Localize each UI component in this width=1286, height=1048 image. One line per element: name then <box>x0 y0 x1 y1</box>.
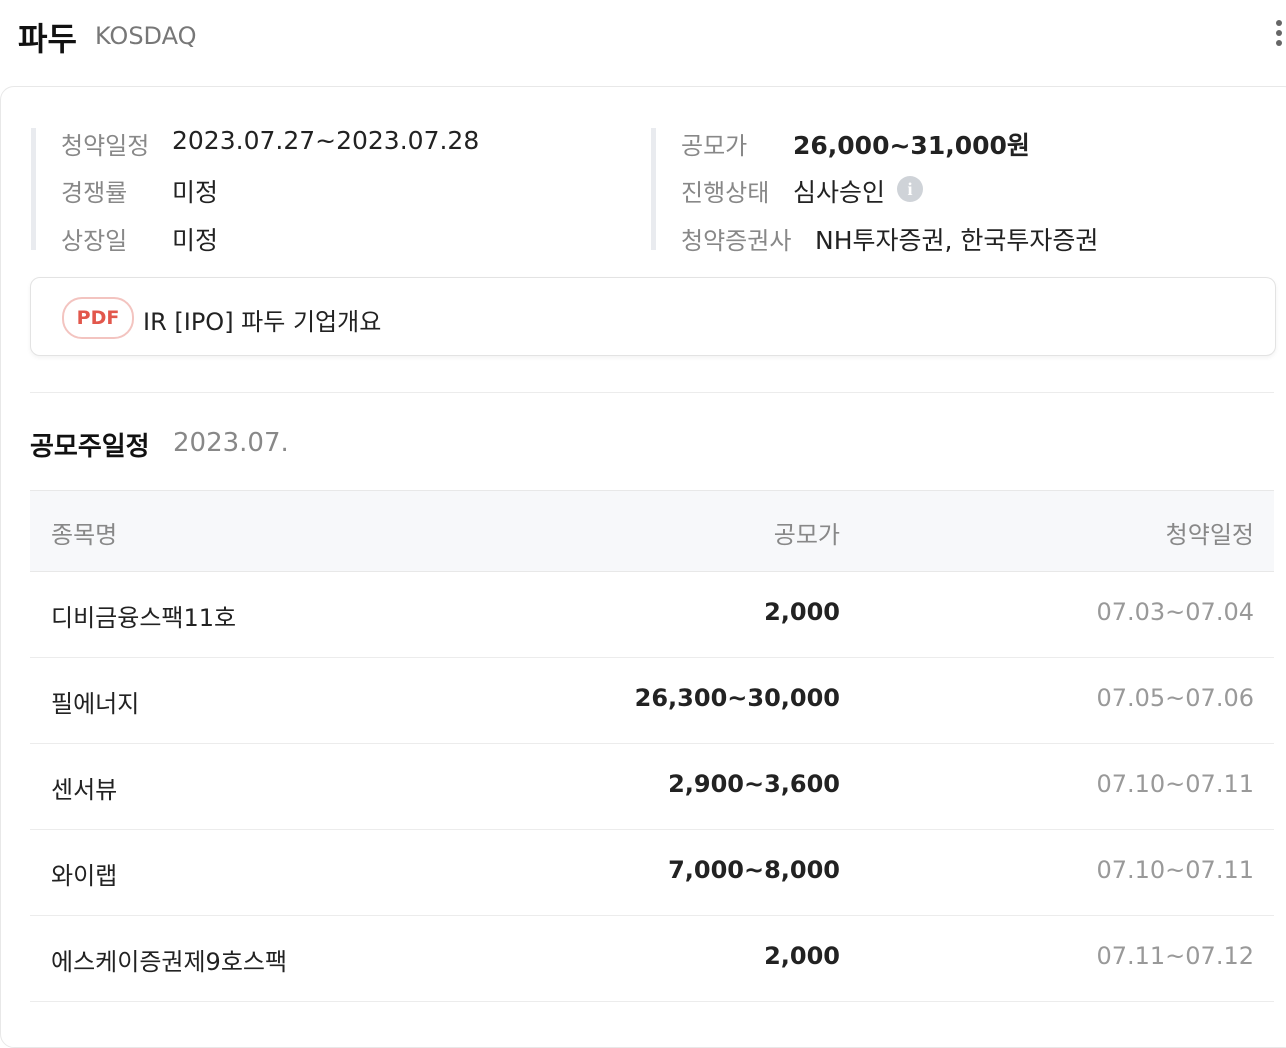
row-offer-price: 2,000 <box>764 598 840 626</box>
row-subscription-date: 07.10~07.11 <box>1096 770 1254 798</box>
table-row[interactable]: 필에너지 26,300~30,000 07.05~07.06 <box>30 658 1274 744</box>
row-stock-name: 와이랩 <box>51 862 118 890</box>
header: 파두 KOSDAQ <box>0 0 1286 86</box>
info-label: 청약일정 <box>61 132 150 160</box>
table-row[interactable]: 디비금융스팩11호 2,000 07.03~07.04 <box>30 572 1274 658</box>
table-header: 종목명 공모가 청약일정 <box>30 490 1274 572</box>
row-subscription-date: 07.11~07.12 <box>1096 942 1254 970</box>
column-header-name: 종목명 <box>51 521 118 549</box>
ir-document-link[interactable]: PDF IR [IPO] 파두 기업개요 <box>30 277 1276 356</box>
row-stock-name: 에스케이증권제9호스팩 <box>51 948 288 976</box>
info-icon[interactable]: i <box>897 176 923 202</box>
section-divider <box>30 392 1274 393</box>
schedule-title: 공모주일정 <box>30 432 150 462</box>
row-offer-price: 2,000 <box>764 942 840 970</box>
schedule-month: 2023.07. <box>173 428 289 458</box>
table-row[interactable]: 에스케이증권제9호스팩 2,000 07.11~07.12 <box>30 916 1274 1002</box>
info-label: 경쟁률 <box>61 179 128 207</box>
ipo-info-right: 공모가 26,000~31,000원 진행상태 심사승인 i 청약증권사 NH투… <box>651 128 1276 255</box>
info-value: 미정 <box>172 226 219 255</box>
info-value: 미정 <box>172 178 219 207</box>
info-label: 상장일 <box>61 227 128 255</box>
document-title: IR [IPO] 파두 기업개요 <box>143 308 382 336</box>
info-value: 26,000~31,000원 <box>793 131 1030 160</box>
ipo-info-left: 청약일정 2023.07.27~2023.07.28 경쟁률 미정 상장일 미정 <box>31 126 626 255</box>
info-value: 2023.07.27~2023.07.28 <box>172 126 480 155</box>
more-options-icon[interactable] <box>1276 20 1286 50</box>
info-label: 공모가 <box>681 132 748 160</box>
ipo-schedule-table: 종목명 공모가 청약일정 디비금융스팩11호 2,000 07.03~07.04… <box>30 490 1274 1002</box>
row-stock-name: 디비금융스팩11호 <box>51 604 237 632</box>
row-subscription-date: 07.05~07.06 <box>1096 684 1254 712</box>
row-offer-price: 26,300~30,000 <box>634 684 840 712</box>
info-label: 진행상태 <box>681 179 770 207</box>
info-label: 청약증권사 <box>681 227 792 255</box>
row-offer-price: 2,900~3,600 <box>668 770 840 798</box>
row-offer-price: 7,000~8,000 <box>668 856 840 884</box>
market-label: KOSDAQ <box>95 22 197 50</box>
column-header-date: 청약일정 <box>1165 521 1254 549</box>
pdf-badge: PDF <box>62 297 134 339</box>
info-value: NH투자증권, 한국투자증권 <box>815 226 1099 255</box>
row-subscription-date: 07.03~07.04 <box>1096 598 1254 626</box>
stock-name: 파두 <box>18 20 77 58</box>
table-row[interactable]: 센서뷰 2,900~3,600 07.10~07.11 <box>30 744 1274 830</box>
info-value: 심사승인 <box>793 178 886 207</box>
row-stock-name: 필에너지 <box>51 690 140 718</box>
table-row[interactable]: 와이랩 7,000~8,000 07.10~07.11 <box>30 830 1274 916</box>
row-stock-name: 센서뷰 <box>51 776 118 804</box>
column-header-price: 공모가 <box>773 521 840 549</box>
row-subscription-date: 07.10~07.11 <box>1096 856 1254 884</box>
